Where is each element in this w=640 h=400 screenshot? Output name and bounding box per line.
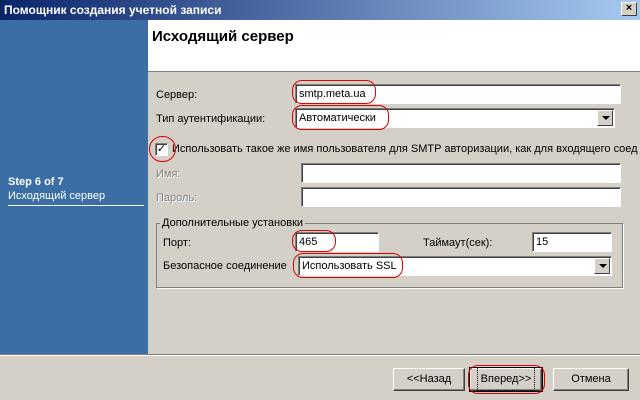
auth-type-value: Автоматически — [299, 112, 376, 124]
advanced-settings-legend: Дополнительные установки — [160, 217, 306, 229]
wizard-sidebar: Step 6 of 7 Исходящий сервер — [0, 20, 148, 354]
close-button[interactable]: × — [621, 2, 637, 16]
secure-connection-value: Использовать SSL — [302, 260, 397, 272]
cancel-button-label: Отмена — [571, 373, 611, 385]
title-bar: Помощник создания учетной записи × — [0, 0, 640, 20]
same-user-checkbox[interactable]: ✓ — [155, 143, 168, 156]
timeout-label: Таймаут(сек): — [423, 237, 493, 249]
next-button[interactable]: Вперед>> — [469, 367, 543, 392]
close-icon: × — [625, 2, 633, 14]
chevron-down-icon[interactable] — [594, 258, 610, 274]
port-input[interactable]: 465 — [295, 232, 379, 252]
footer-separator — [0, 354, 640, 356]
back-button-label: <<Назад — [406, 373, 452, 385]
server-label: Сервер: — [156, 89, 198, 101]
step-name: Исходящий сервер — [8, 190, 106, 202]
next-button-label: Вперед>> — [476, 367, 536, 391]
step-underline — [8, 205, 144, 206]
secure-connection-select[interactable]: Использовать SSL — [298, 256, 612, 276]
secure-connection-label: Безопасное соединение — [163, 260, 287, 272]
port-label: Порт: — [163, 237, 191, 249]
server-input[interactable]: smtp.meta.ua — [295, 84, 621, 104]
password-input[interactable] — [301, 187, 621, 207]
page-header: Исходящий сервер — [148, 20, 640, 72]
auth-type-label: Тип аутентификации: — [156, 113, 266, 125]
checkmark-icon: ✓ — [156, 143, 167, 155]
name-input[interactable] — [301, 163, 621, 183]
timeout-input[interactable]: 15 — [532, 232, 612, 252]
form-panel: Сервер: smtp.meta.ua Тип аутентификации:… — [148, 73, 640, 354]
chevron-down-icon[interactable] — [597, 110, 613, 126]
auth-type-select[interactable]: Автоматически — [295, 108, 615, 128]
page-title: Исходящий сервер — [152, 28, 294, 45]
name-label: Имя: — [156, 168, 181, 180]
window-title: Помощник создания учетной записи — [4, 3, 222, 17]
back-button[interactable]: <<Назад — [393, 368, 465, 391]
same-user-label: Использовать такое же имя пользователя д… — [172, 143, 638, 155]
step-counter: Step 6 of 7 — [8, 176, 64, 188]
cancel-button[interactable]: Отмена — [553, 368, 629, 391]
password-label: Пароль: — [156, 192, 198, 204]
